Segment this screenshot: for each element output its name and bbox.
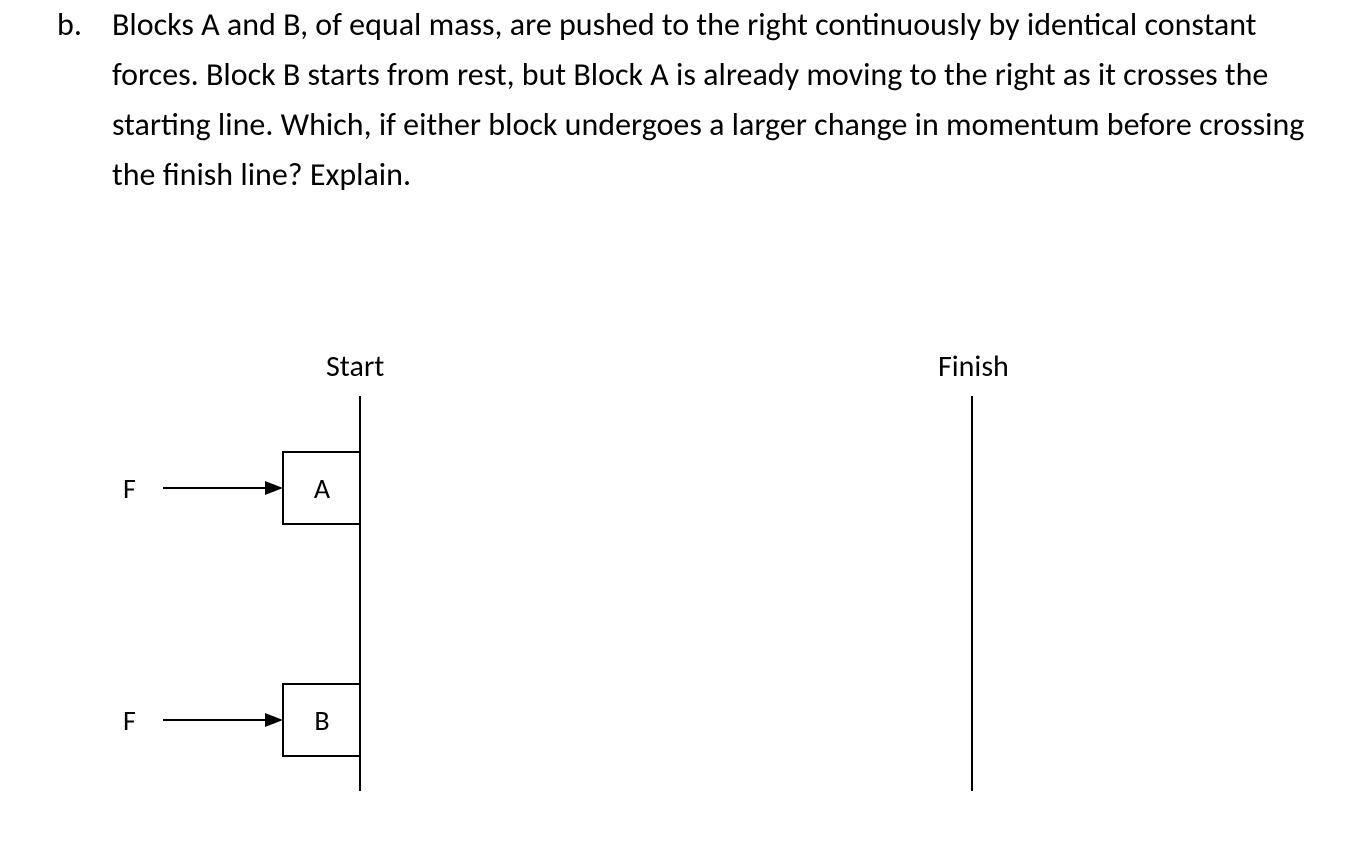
arrow-b-head-icon bbox=[265, 713, 283, 727]
diagram-svg bbox=[0, 0, 1370, 856]
page-container: b. Blocks A and B, of equal mass, are pu… bbox=[0, 0, 1370, 856]
block-a-rect bbox=[283, 452, 360, 524]
arrow-a-head-icon bbox=[265, 481, 283, 495]
block-b-rect bbox=[283, 684, 360, 756]
